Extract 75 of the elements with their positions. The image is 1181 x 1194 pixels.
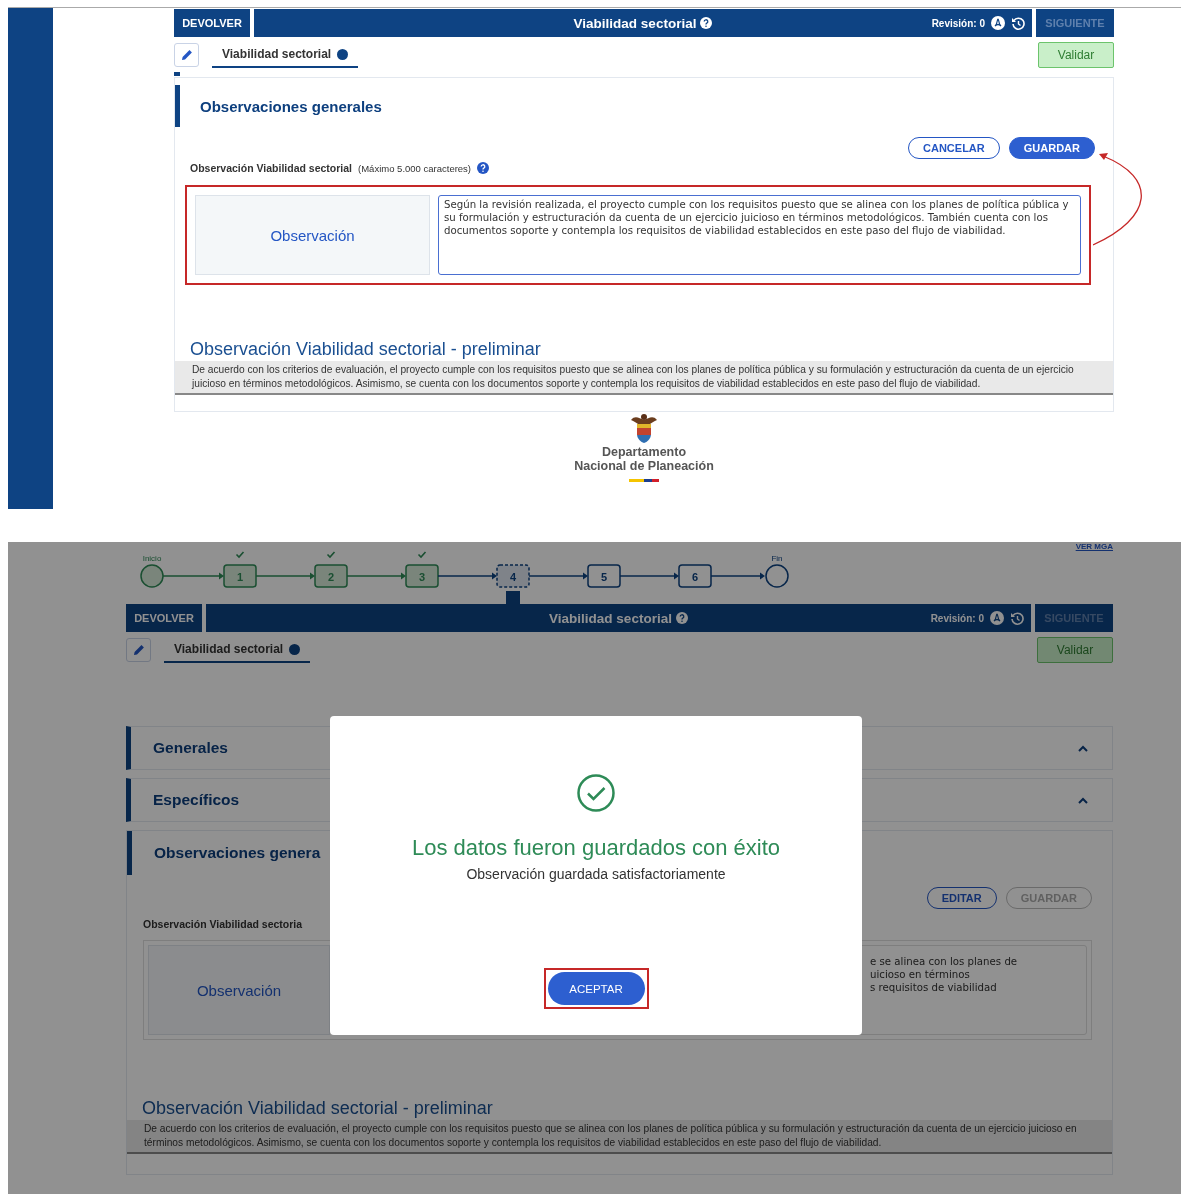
section-tab[interactable]: Viabilidad sectorial	[212, 42, 359, 68]
check-icon	[417, 551, 427, 559]
validate-button[interactable]: Validar	[1038, 42, 1114, 68]
validate-button[interactable]: Validar	[1037, 637, 1113, 663]
end-label: Fin	[771, 554, 783, 563]
pdf-icon[interactable]	[990, 611, 1004, 625]
back-button[interactable]: DEVOLVER	[174, 9, 250, 37]
success-check-icon	[577, 774, 615, 812]
step-node[interactable]: 6	[678, 564, 712, 588]
accept-button[interactable]: ACEPTAR	[547, 972, 645, 1005]
dialog-title: Los datos fueron guardados con éxito	[411, 835, 781, 861]
link[interactable]: VER MGA	[1075, 542, 1113, 551]
logo-text: Nacional de Planeación	[574, 459, 714, 474]
help-icon[interactable]	[675, 612, 688, 624]
revision-label: Revisión: 0	[930, 612, 984, 624]
observation-label: Observación	[195, 195, 430, 275]
connector-arrow	[162, 572, 224, 580]
step-node[interactable]: 2	[314, 564, 348, 588]
section-tab[interactable]: Viabilidad sectorial	[164, 637, 311, 663]
status-dot-icon	[337, 48, 349, 60]
help-icon[interactable]	[700, 17, 713, 29]
observation-field[interactable]	[438, 195, 1081, 275]
field-hint: (Máximo 5.000 caracteres)	[358, 162, 472, 174]
field-text: Según la revisión realizada, el proyecto cumple con los requisitos puesto que se alinea con los planes de política pública y su formulación y estructuración da cuenta de un ejercicio juicioso en términos metodológicos. También cuenta con los documentos soporte y contempla los requisitos de viabilidad establecidos en este paso del flujo de viabilidad.	[444, 199, 1070, 238]
pdf-icon[interactable]	[991, 16, 1005, 30]
revision-label: Revisión: 0	[931, 17, 985, 29]
preliminary-title: Observación Viabilidad sectorial - preliminar	[189, 339, 542, 361]
emblem-icon	[629, 411, 659, 445]
field-text-line: s requisitos de viabilidad	[870, 981, 998, 995]
back-button[interactable]: DEVOLVER	[126, 604, 202, 632]
connector-arrow	[255, 572, 315, 580]
field-text-line: e se alinea con los planes de	[870, 956, 1019, 969]
connector-arrow	[619, 572, 679, 580]
step-node[interactable]: 1	[223, 564, 257, 588]
action-button[interactable]: CANCELAR	[908, 137, 1000, 159]
section-heading[interactable]: Observaciones generales	[175, 85, 1113, 127]
start-label: Inicio	[142, 554, 162, 563]
action-button[interactable]: EDITAR	[926, 887, 997, 909]
check-icon	[235, 551, 245, 559]
connector-arrow	[346, 572, 406, 580]
flag-bar	[629, 478, 659, 482]
preliminary-title: Observación Viabilidad sectorial - preliminar	[141, 1098, 494, 1120]
accordion-title: Específicos	[153, 791, 241, 809]
start-node	[140, 564, 164, 588]
field-label: Observación Viabilidad sectoria	[143, 918, 303, 930]
chevron-up-icon[interactable]	[1078, 796, 1088, 804]
page-title: Viabilidad sectorial	[549, 610, 672, 626]
chevron-up-icon[interactable]	[1078, 744, 1088, 752]
pencil-icon	[180, 49, 193, 61]
logo-text: Departamento	[601, 444, 686, 460]
page-title: Viabilidad sectorial	[573, 15, 697, 31]
step-node[interactable]: 5	[587, 564, 621, 588]
preliminary-text: De acuerdo con los criterios de evaluación, el proyecto cumple con los requisitos puesto que se alinea con los planes de política pública y su formulación y estructuración da cuenta de un ejercicio juicioso en términos metodológicos. Asimismo, se cuenta con los documentos soporte y contempla los requisitos de viabilidad establecidos en este paso del flujo de viabilidad.	[127, 1120, 1112, 1154]
field-label: Observación Viabilidad sectorial	[190, 162, 353, 174]
help-icon[interactable]	[477, 162, 490, 174]
edit-button[interactable]	[126, 638, 151, 662]
connector-arrow	[528, 572, 588, 580]
end-node	[765, 564, 789, 588]
indicator-mark	[174, 72, 180, 76]
observation-label: Observación	[148, 945, 330, 1035]
pencil-icon	[132, 644, 145, 656]
step-node[interactable]: 3	[405, 564, 439, 588]
connector-arrow	[437, 572, 497, 580]
accordion-title: Generales	[153, 739, 229, 757]
step-node[interactable]: 4	[496, 564, 530, 588]
history-icon[interactable]	[1010, 610, 1025, 626]
status-dot-icon	[289, 643, 301, 655]
field-text-line: uicioso en términos	[870, 968, 971, 982]
dialog-message: Observación guardada satisfactoriamente	[466, 866, 726, 882]
action-button[interactable]: GUARDAR	[1008, 137, 1095, 159]
edit-button[interactable]	[174, 43, 199, 67]
check-icon	[326, 551, 336, 559]
connector-arrow	[710, 572, 765, 580]
history-icon[interactable]	[1011, 15, 1026, 31]
preliminary-text: De acuerdo con los criterios de evaluación, el proyecto cumple con los requisitos puesto que se alinea con los planes de política pública y su formulación y estructuración da cuenta de un ejercicio juicioso en términos metodológicos. Asimismo, se cuenta con los documentos soporte y contempla los requisitos de viabilidad establecidos en este paso del flujo de viabilidad.	[175, 361, 1113, 395]
